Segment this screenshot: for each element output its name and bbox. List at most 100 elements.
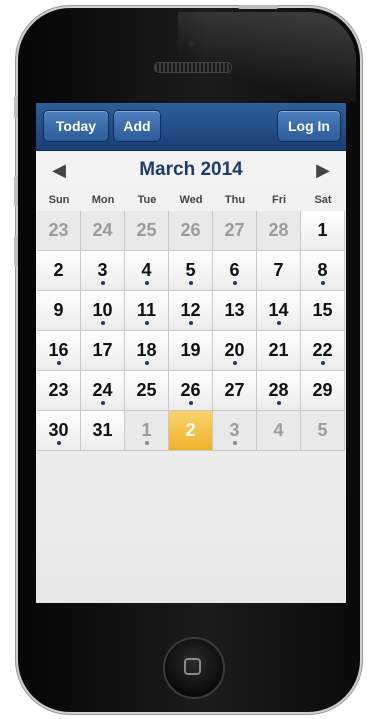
day-cell[interactable]: 26: [169, 211, 213, 251]
day-cell[interactable]: 26: [169, 371, 213, 411]
front-camera: [188, 40, 195, 47]
event-dot-icon: [145, 361, 149, 365]
day-cell[interactable]: 21: [257, 331, 301, 371]
day-cell[interactable]: 12: [169, 291, 213, 331]
day-cell[interactable]: 13: [213, 291, 257, 331]
weekday-label: Sat: [314, 194, 332, 206]
phone-gloss: [178, 12, 356, 102]
day-number: 4: [273, 420, 284, 440]
event-dot-icon: [277, 321, 281, 325]
day-number: 24: [92, 220, 113, 240]
day-number: 31: [92, 420, 113, 440]
event-dot-icon: [101, 401, 105, 405]
day-cell[interactable]: 30: [37, 411, 81, 451]
event-dot-icon: [57, 361, 61, 365]
event-dot-icon: [321, 281, 325, 285]
day-number: 7: [273, 260, 284, 280]
add-button[interactable]: Add: [113, 110, 161, 142]
next-month-icon[interactable]: ▶: [308, 151, 338, 189]
home-button[interactable]: [163, 637, 225, 699]
weekday-label: Tue: [137, 194, 157, 206]
day-number: 23: [48, 220, 69, 240]
day-cell[interactable]: 28: [257, 211, 301, 251]
volume-down-button: [14, 236, 18, 266]
day-cell[interactable]: 27: [213, 211, 257, 251]
day-cell[interactable]: 2: [37, 251, 81, 291]
day-cell[interactable]: 20: [213, 331, 257, 371]
day-number: 26: [180, 220, 201, 240]
day-cell[interactable]: 25: [125, 371, 169, 411]
day-cell[interactable]: 1: [125, 411, 169, 451]
month-title: March 2014: [139, 159, 243, 180]
day-number: 19: [180, 340, 201, 360]
event-dot-icon: [277, 401, 281, 405]
volume-up-button: [14, 176, 18, 206]
day-number: 1: [317, 220, 328, 240]
power-button: [238, 5, 278, 9]
month-header: ◀ March 2014 ▶: [36, 151, 346, 189]
day-cell[interactable]: 10: [81, 291, 125, 331]
day-cell[interactable]: 18: [125, 331, 169, 371]
day-number: 23: [48, 380, 69, 400]
day-cell[interactable]: 24: [81, 211, 125, 251]
event-dot-icon: [233, 441, 237, 445]
day-cell[interactable]: 29: [301, 371, 345, 411]
day-cell[interactable]: 25: [125, 211, 169, 251]
day-number: 29: [312, 380, 333, 400]
day-cell[interactable]: 14: [257, 291, 301, 331]
day-cell[interactable]: 17: [81, 331, 125, 371]
day-cell[interactable]: 6: [213, 251, 257, 291]
day-number: 25: [136, 380, 157, 400]
day-cell[interactable]: 22: [301, 331, 345, 371]
weekday-label: Sun: [48, 194, 70, 206]
day-cell[interactable]: 16: [37, 331, 81, 371]
event-dot-icon: [321, 361, 325, 365]
day-cell[interactable]: 7: [257, 251, 301, 291]
event-dot-icon: [101, 281, 105, 285]
day-number: 25: [136, 220, 157, 240]
day-cell[interactable]: 8: [301, 251, 345, 291]
event-dot-icon: [145, 281, 149, 285]
day-number: 13: [224, 300, 245, 320]
weekday-label: Fri: [271, 194, 287, 206]
day-cell[interactable]: 15: [301, 291, 345, 331]
day-cell[interactable]: 4: [125, 251, 169, 291]
day-cell[interactable]: 24: [81, 371, 125, 411]
day-cell[interactable]: 19: [169, 331, 213, 371]
day-cell[interactable]: 9: [37, 291, 81, 331]
event-dot-icon: [57, 441, 61, 445]
weekday-label: Wed: [179, 194, 203, 206]
day-number: 28: [268, 220, 289, 240]
weekday-header: Sun Mon Tue Wed Thu Fri Sat: [36, 189, 346, 211]
today-button[interactable]: Today: [43, 110, 109, 142]
day-number: 21: [268, 340, 289, 360]
day-cell[interactable]: 5: [301, 411, 345, 451]
day-cell[interactable]: 11: [125, 291, 169, 331]
day-cell[interactable]: 31: [81, 411, 125, 451]
day-cell[interactable]: 4: [257, 411, 301, 451]
prev-month-icon[interactable]: ◀: [44, 151, 74, 189]
calendar-grid: 23 24 25 26 27 28 1 2 3 4 5 6 7 8 9 10 11 12 13 14 15 16 17 18 1…: [37, 211, 345, 453]
day-number: 2: [185, 420, 196, 440]
login-button[interactable]: Log In: [277, 110, 341, 142]
day-number: 27: [224, 380, 245, 400]
event-dot-icon: [101, 321, 105, 325]
day-number: 17: [92, 340, 113, 360]
weekday-label: Mon: [91, 194, 115, 206]
day-cell[interactable]: 23: [37, 371, 81, 411]
event-dot-icon: [189, 401, 193, 405]
day-cell[interactable]: 3: [213, 411, 257, 451]
day-cell[interactable]: 1: [301, 211, 345, 251]
day-cell[interactable]: 5: [169, 251, 213, 291]
day-cell[interactable]: 28: [257, 371, 301, 411]
day-cell[interactable]: 3: [81, 251, 125, 291]
speaker-grille: [154, 62, 232, 73]
day-cell[interactable]: 27: [213, 371, 257, 411]
day-cell[interactable]: 23: [37, 211, 81, 251]
day-cell-today[interactable]: 2: [169, 411, 213, 451]
event-dot-icon: [233, 361, 237, 365]
day-number: 27: [224, 220, 245, 240]
day-number: 2: [53, 260, 64, 280]
event-dot-icon: [189, 321, 193, 325]
event-dot-icon: [145, 441, 149, 445]
